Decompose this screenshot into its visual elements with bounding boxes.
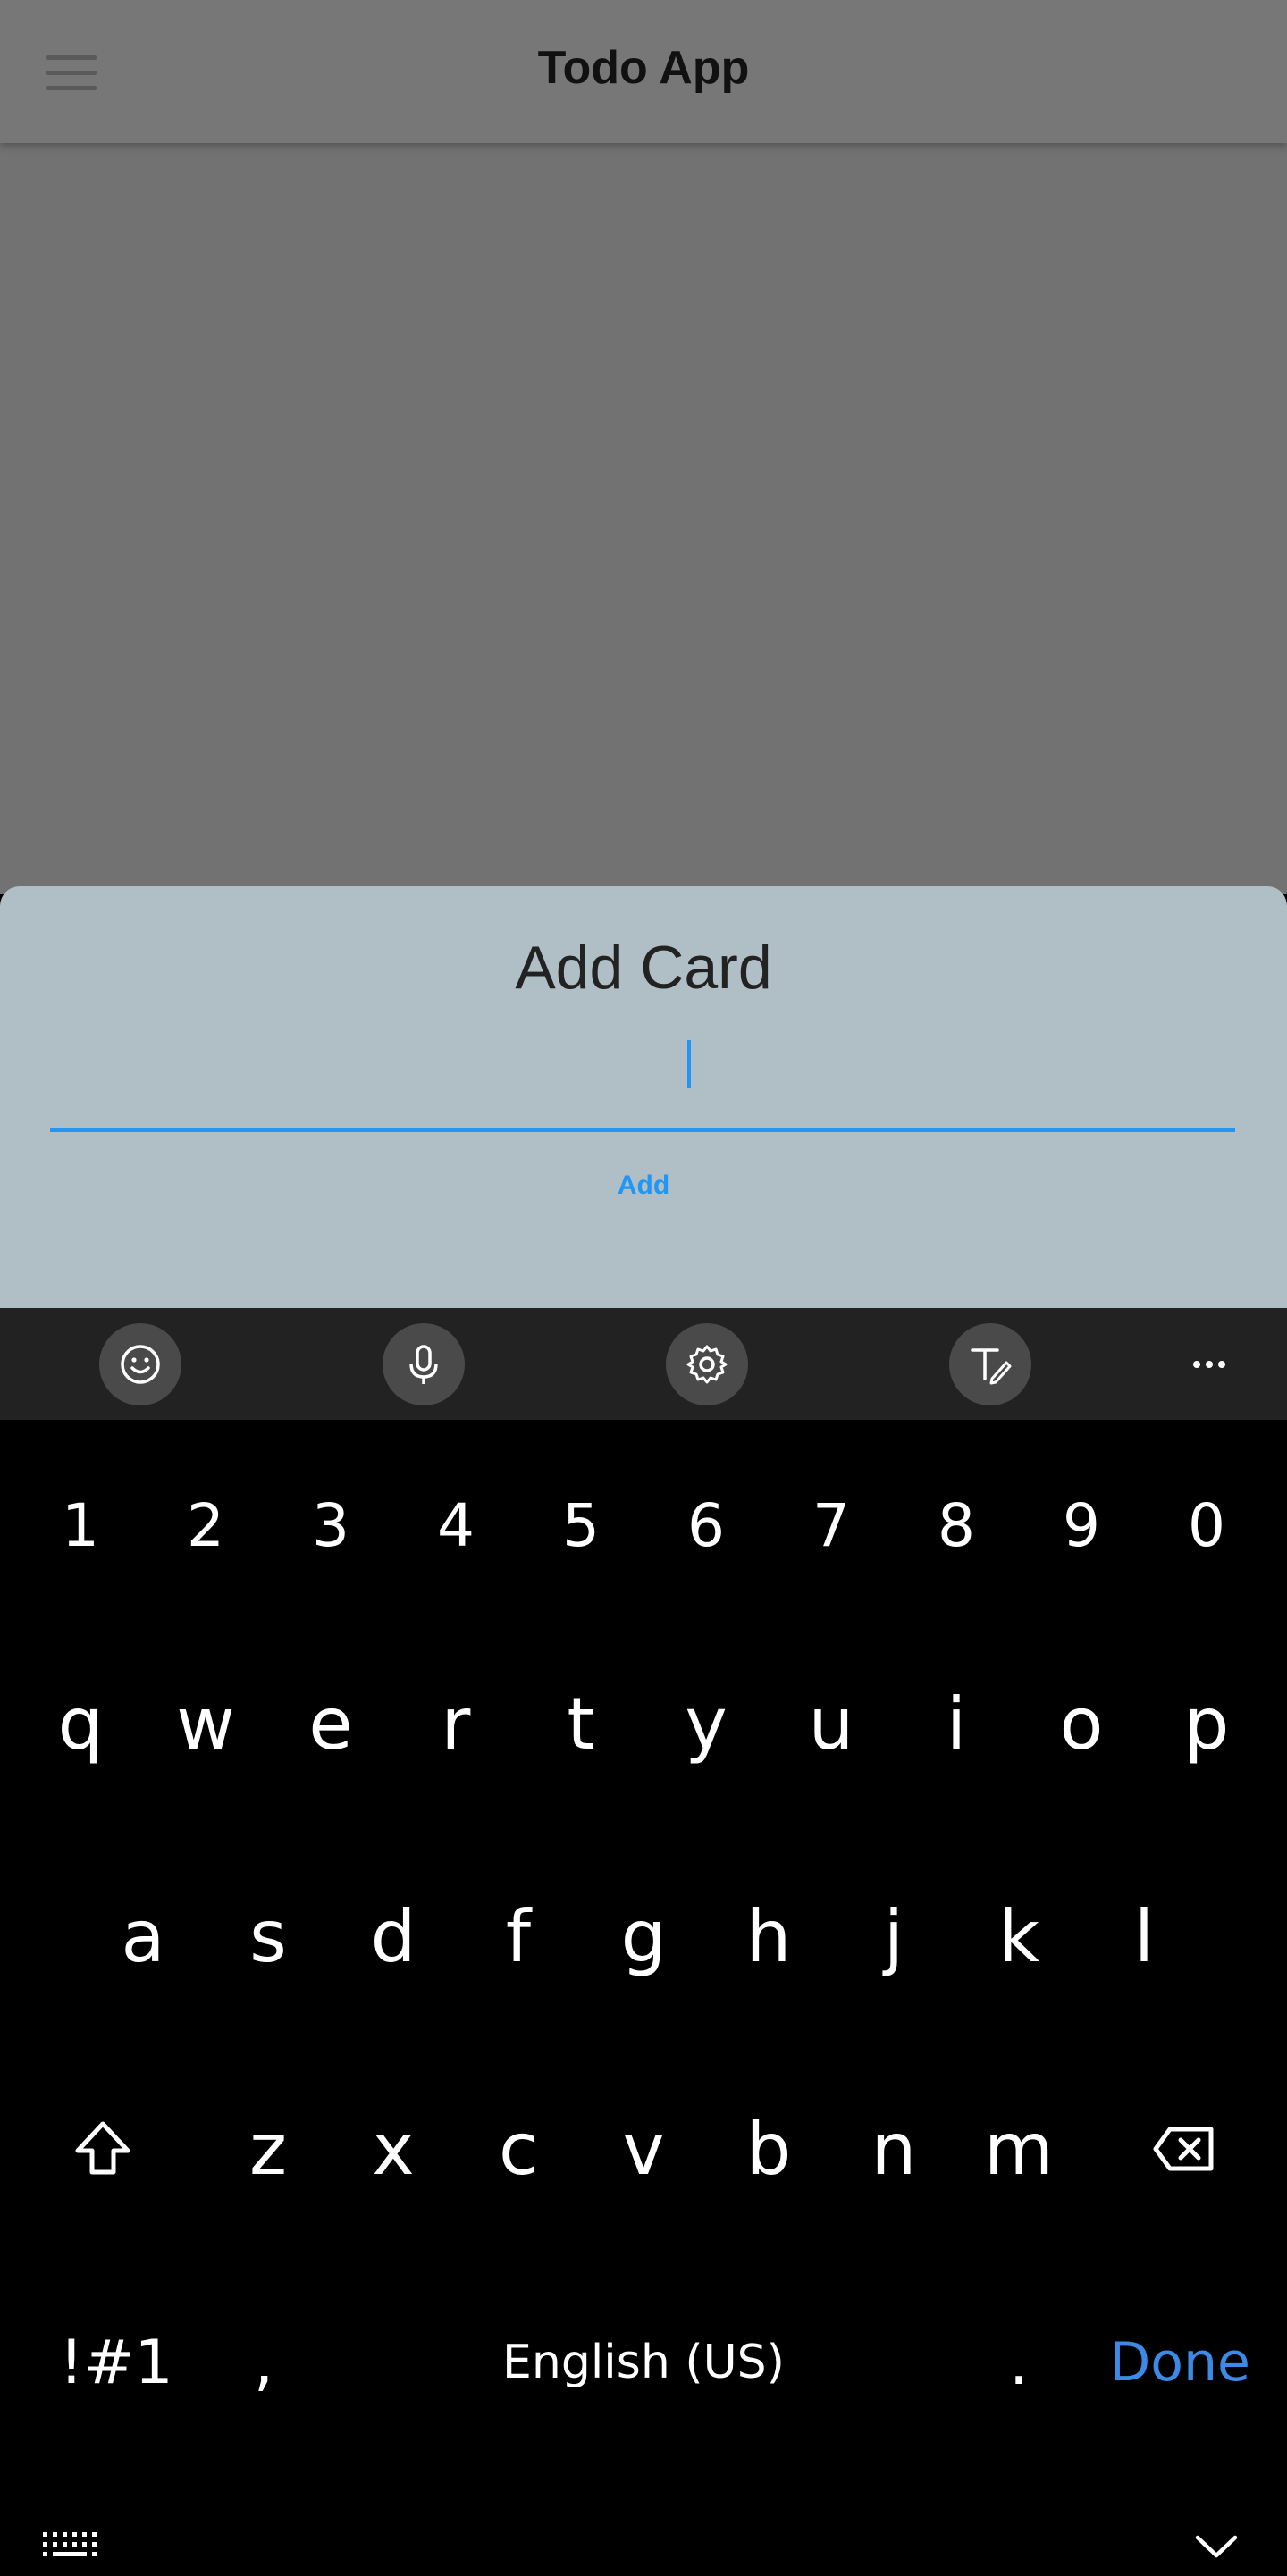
key-u[interactable]: u xyxy=(769,1657,894,1791)
key-l[interactable]: l xyxy=(1081,1869,1207,2003)
keyboard-bottom-bar xyxy=(0,2509,1287,2576)
key-5[interactable]: 5 xyxy=(518,1458,644,1592)
key-1[interactable]: 1 xyxy=(18,1458,143,1592)
key-j[interactable]: j xyxy=(831,1869,956,2003)
backspace-icon xyxy=(1153,2127,1214,2171)
key-g[interactable]: g xyxy=(581,1869,706,2003)
modal-scrim[interactable] xyxy=(0,143,1287,894)
card-text-field[interactable] xyxy=(50,1020,1239,1132)
key-h[interactable]: h xyxy=(706,1869,831,2003)
key-w[interactable]: w xyxy=(143,1657,268,1791)
key-2[interactable]: 2 xyxy=(143,1458,268,1592)
keyboard-row-2: a s d f g h j k l xyxy=(0,1869,1287,2003)
key-k[interactable]: k xyxy=(956,1869,1081,2003)
key-4[interactable]: 4 xyxy=(393,1458,518,1592)
key-6[interactable]: 6 xyxy=(644,1458,769,1592)
key-d[interactable]: d xyxy=(331,1869,456,2003)
add-button[interactable]: Add xyxy=(554,1154,733,1217)
shift-key[interactable] xyxy=(36,2082,170,2216)
key-m[interactable]: m xyxy=(956,2082,1081,2216)
hide-keyboard-chevron-icon[interactable] xyxy=(1194,2532,1239,2559)
key-a[interactable]: a xyxy=(80,1869,206,2003)
key-n[interactable]: n xyxy=(831,2082,956,2216)
key-q[interactable]: q xyxy=(18,1657,143,1791)
key-e[interactable]: e xyxy=(268,1657,393,1791)
space-key[interactable]: English (US) xyxy=(340,2295,947,2429)
keyboard-row-1: q w e r t y u i o p xyxy=(0,1657,1287,1791)
text-cursor xyxy=(687,1040,691,1088)
settings-icon[interactable] xyxy=(666,1323,748,1405)
add-card-sheet: Add Card Add xyxy=(0,886,1287,1308)
key-9[interactable]: 9 xyxy=(1019,1458,1144,1592)
key-y[interactable]: y xyxy=(644,1657,769,1791)
key-f[interactable]: f xyxy=(456,1869,581,2003)
keyboard-toolbar xyxy=(0,1308,1287,1420)
key-8[interactable]: 8 xyxy=(894,1458,1019,1592)
key-t[interactable]: t xyxy=(518,1657,644,1791)
key-p[interactable]: p xyxy=(1144,1657,1269,1791)
key-i[interactable]: i xyxy=(894,1657,1019,1791)
key-3[interactable]: 3 xyxy=(268,1458,393,1592)
key-7[interactable]: 7 xyxy=(769,1458,894,1592)
app-bar: Todo App xyxy=(0,0,1287,143)
key-s[interactable]: s xyxy=(206,1869,331,2003)
key-r[interactable]: r xyxy=(393,1657,518,1791)
key-0[interactable]: 0 xyxy=(1144,1458,1269,1592)
key-b[interactable]: b xyxy=(706,2082,831,2216)
keyboard-bottom-row: !#1 , English (US) . Done xyxy=(0,2295,1287,2429)
key-z[interactable]: z xyxy=(206,2082,331,2216)
done-key[interactable]: Done xyxy=(1090,2295,1269,2429)
comma-key[interactable]: , xyxy=(206,2295,322,2429)
page-title: Todo App xyxy=(537,42,750,94)
symbols-key[interactable]: !#1 xyxy=(36,2295,197,2429)
keyboard-row-3: z x c v b n m xyxy=(0,2082,1287,2216)
soft-keyboard: 1 2 3 4 5 6 7 8 9 0 q w e r t y u i o p … xyxy=(0,1420,1287,2576)
keyboard-switch-icon[interactable] xyxy=(43,2530,97,2563)
keyboard-number-row: 1 2 3 4 5 6 7 8 9 0 xyxy=(0,1458,1287,1592)
more-icon[interactable] xyxy=(1168,1323,1250,1405)
period-key[interactable]: . xyxy=(965,2295,1072,2429)
handwriting-icon[interactable] xyxy=(949,1323,1031,1405)
card-text-input[interactable] xyxy=(50,1020,1239,1129)
shift-icon xyxy=(75,2121,130,2175)
microphone-icon[interactable] xyxy=(383,1323,465,1405)
key-c[interactable]: c xyxy=(456,2082,581,2216)
backspace-key[interactable] xyxy=(1117,2082,1251,2216)
emoji-icon[interactable] xyxy=(99,1323,181,1405)
sheet-title: Add Card xyxy=(515,934,772,1002)
key-x[interactable]: x xyxy=(331,2082,456,2216)
key-v[interactable]: v xyxy=(581,2082,706,2216)
key-o[interactable]: o xyxy=(1019,1657,1144,1791)
